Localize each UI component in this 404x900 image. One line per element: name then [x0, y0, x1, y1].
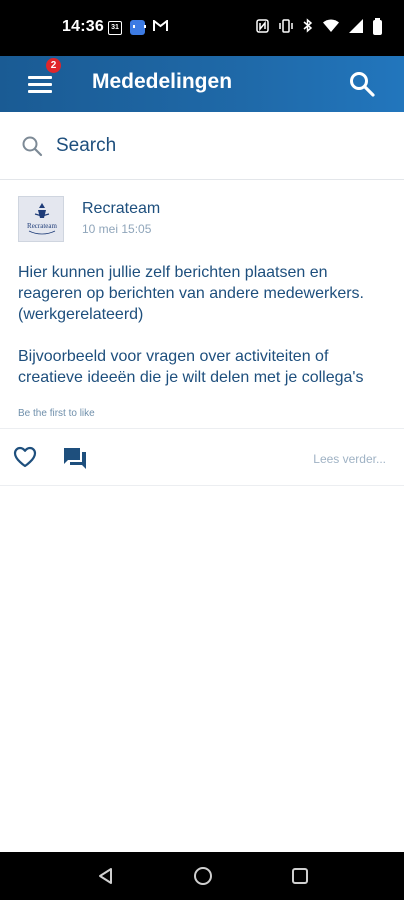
- status-bar: 14:36 31: [0, 0, 404, 56]
- divider: [0, 485, 404, 486]
- post-paragraph: Bijvoorbeeld voor vragen over activiteit…: [18, 348, 364, 386]
- like-button[interactable]: [12, 444, 38, 470]
- post-paragraph: Hier kunnen jullie zelf berichten plaats…: [18, 264, 364, 323]
- signal-icon: [349, 18, 363, 36]
- status-left-icons: 31: [108, 18, 168, 35]
- home-icon[interactable]: [194, 867, 212, 885]
- avatar[interactable]: Recrateam: [18, 196, 64, 242]
- likes-text: Be the first to like: [18, 408, 95, 419]
- app-bar: 2 Mededelingen: [0, 56, 404, 112]
- comment-button[interactable]: [62, 445, 88, 471]
- recrateam-logo-icon: Recrateam: [19, 197, 63, 241]
- search-icon: [350, 72, 375, 97]
- read-more-link[interactable]: Lees verder...: [313, 452, 386, 466]
- recents-icon[interactable]: [292, 868, 308, 884]
- gmail-icon: [153, 18, 168, 35]
- nfc-icon: [256, 18, 269, 36]
- divider: [0, 428, 404, 429]
- search-button[interactable]: [348, 70, 376, 98]
- menu-button[interactable]: [22, 70, 52, 98]
- vibrate-icon: [279, 18, 293, 36]
- post-date: 10 mei 15:05: [82, 222, 152, 236]
- svg-text:Recrateam: Recrateam: [27, 222, 57, 230]
- comments-icon: [64, 448, 86, 469]
- search-icon: [22, 136, 43, 157]
- wifi-icon: [323, 19, 339, 35]
- navigation-bar: [0, 852, 404, 900]
- bluetooth-icon: [303, 18, 313, 36]
- chat-app-icon: [130, 20, 146, 35]
- battery-icon: [373, 17, 382, 35]
- post-card: Recrateam Recrateam 10 mei 15:05 Hier ku…: [0, 180, 404, 486]
- post-author[interactable]: Recrateam: [82, 200, 160, 218]
- notification-badge: 2: [46, 58, 61, 73]
- back-icon[interactable]: [96, 866, 116, 886]
- heart-icon: [13, 446, 37, 468]
- search-input[interactable]: [56, 130, 376, 162]
- status-time: 14:36: [62, 18, 104, 35]
- search-bar: [0, 112, 404, 180]
- status-right-icons: [256, 17, 382, 36]
- calendar-icon: 31: [108, 20, 122, 35]
- post-body: Hier kunnen jullie zelf berichten plaats…: [18, 262, 390, 409]
- page-title: Mededelingen: [92, 70, 233, 93]
